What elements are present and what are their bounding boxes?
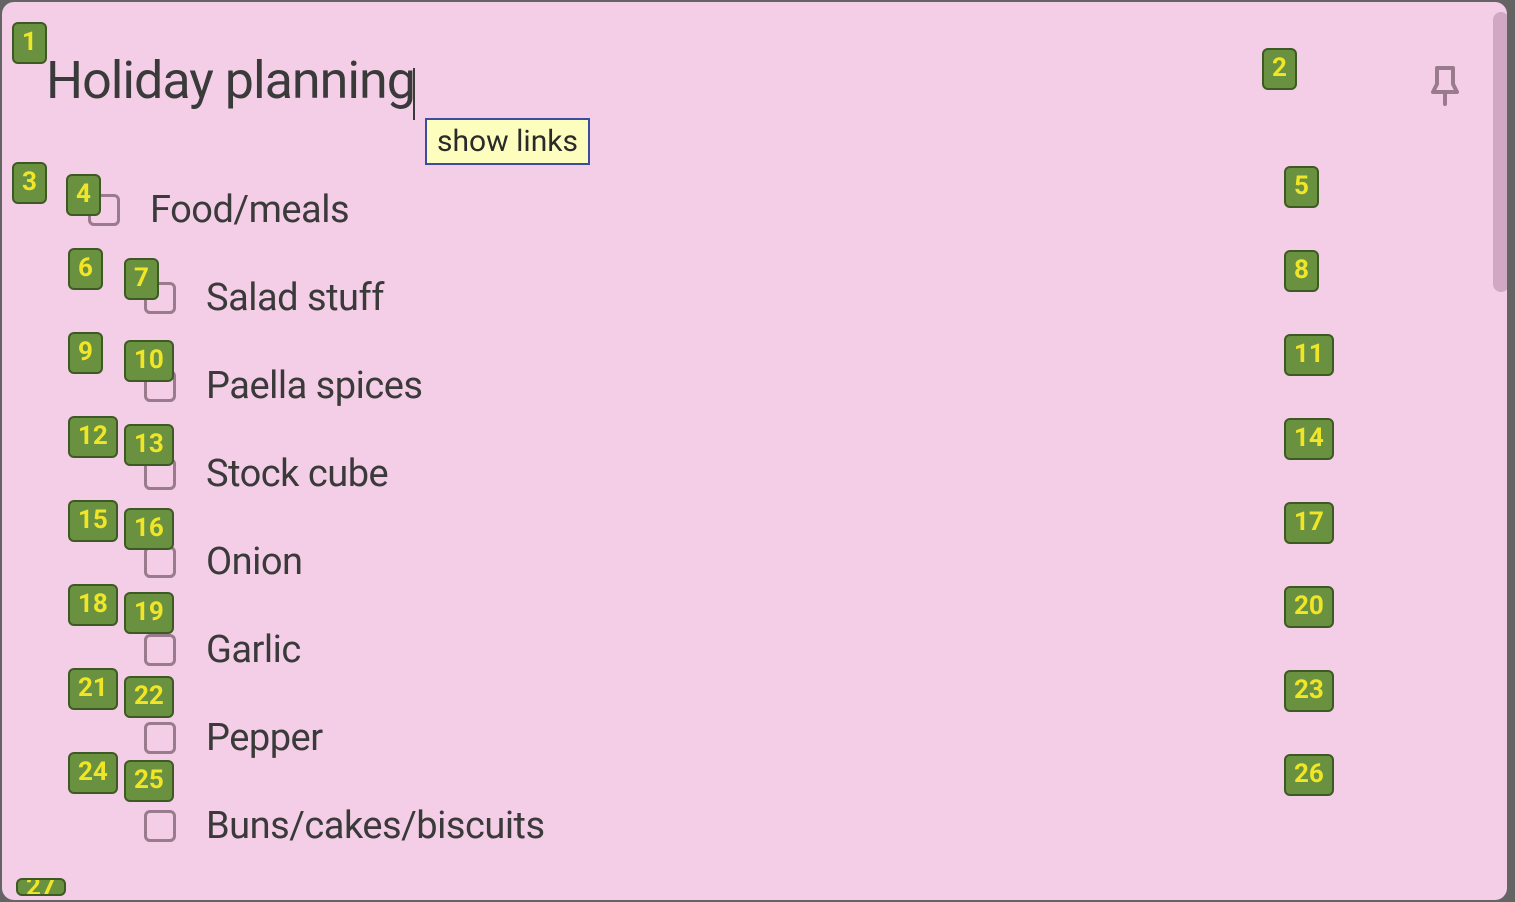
annotation-badge[interactable]: 3 bbox=[12, 162, 47, 204]
annotation-badge[interactable]: 7 bbox=[124, 258, 159, 300]
annotation-badge[interactable]: 5 bbox=[1284, 166, 1319, 208]
annotation-badge[interactable]: 21 bbox=[68, 668, 118, 710]
annotation-badge[interactable]: 6 bbox=[68, 248, 103, 290]
annotation-badge[interactable]: 1 bbox=[12, 22, 47, 64]
annotation-badge[interactable]: 19 bbox=[124, 592, 174, 634]
list-item: Food/meals bbox=[88, 188, 1463, 232]
annotation-badge[interactable]: 20 bbox=[1284, 586, 1334, 628]
checkbox[interactable] bbox=[144, 634, 176, 666]
pin-icon[interactable] bbox=[1427, 64, 1463, 106]
item-text[interactable]: Stock cube bbox=[206, 452, 388, 496]
list-item: Stock cube bbox=[88, 452, 1463, 496]
show-links-tooltip: show links bbox=[425, 118, 590, 165]
annotation-badge[interactable]: 14 bbox=[1284, 418, 1334, 460]
list-item: Buns/cakes/biscuits bbox=[88, 804, 1463, 848]
annotation-badge-partial[interactable]: 27 bbox=[16, 878, 66, 896]
checkbox[interactable] bbox=[144, 810, 176, 842]
list-item: Pepper bbox=[88, 716, 1463, 760]
annotation-badge[interactable]: 8 bbox=[1284, 250, 1319, 292]
item-text[interactable]: Food/meals bbox=[150, 188, 349, 232]
list-item: Paella spices bbox=[88, 364, 1463, 408]
content-area: Holiday planning Food/meals Salad stuff Pa… bbox=[2, 2, 1507, 900]
annotation-badge[interactable]: 4 bbox=[66, 174, 101, 216]
annotation-badge[interactable]: 24 bbox=[68, 752, 118, 794]
annotation-badge[interactable]: 25 bbox=[124, 760, 174, 802]
checkbox[interactable] bbox=[144, 722, 176, 754]
annotation-badge[interactable]: 18 bbox=[68, 584, 118, 626]
annotation-badge[interactable]: 23 bbox=[1284, 670, 1334, 712]
title-row: Holiday planning bbox=[46, 50, 1463, 120]
item-text[interactable]: Buns/cakes/biscuits bbox=[206, 804, 545, 848]
annotation-badge[interactable]: 22 bbox=[124, 676, 174, 718]
annotation-badge[interactable]: 11 bbox=[1284, 334, 1334, 376]
annotation-badge[interactable]: 9 bbox=[68, 332, 103, 374]
note-container: Holiday planning Food/meals Salad stuff Pa… bbox=[2, 2, 1507, 900]
item-text[interactable]: Paella spices bbox=[206, 364, 423, 408]
item-text[interactable]: Onion bbox=[206, 540, 303, 584]
checklist: Food/meals Salad stuff Paella spices Stock … bbox=[46, 188, 1463, 848]
annotation-badge[interactable]: 15 bbox=[68, 500, 118, 542]
annotation-badge[interactable]: 12 bbox=[68, 416, 118, 458]
annotation-badge[interactable]: 2 bbox=[1262, 48, 1297, 90]
item-text[interactable]: Pepper bbox=[206, 716, 323, 760]
annotation-badge[interactable]: 13 bbox=[124, 424, 174, 466]
annotation-badge[interactable]: 17 bbox=[1284, 502, 1334, 544]
annotation-badge[interactable]: 26 bbox=[1284, 754, 1334, 796]
note-title[interactable]: Holiday planning bbox=[46, 50, 415, 111]
list-item: Salad stuff bbox=[88, 276, 1463, 320]
annotation-badge[interactable]: 10 bbox=[124, 340, 174, 382]
item-text[interactable]: Salad stuff bbox=[206, 276, 384, 320]
checkbox[interactable] bbox=[144, 546, 176, 578]
note-title-area[interactable]: Holiday planning bbox=[46, 50, 415, 120]
annotation-badge[interactable]: 16 bbox=[124, 508, 174, 550]
list-item: Garlic bbox=[88, 628, 1463, 672]
item-text[interactable]: Garlic bbox=[206, 628, 301, 672]
list-item: Onion bbox=[88, 540, 1463, 584]
